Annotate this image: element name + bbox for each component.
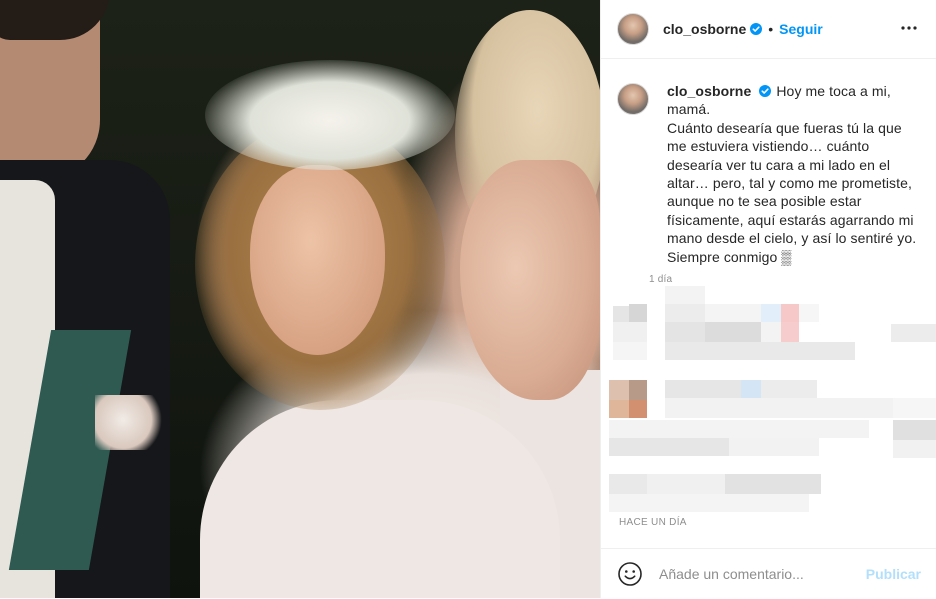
blur-cell bbox=[665, 322, 705, 342]
avatar[interactable] bbox=[617, 13, 649, 45]
caption-text: Hoy me toca a mi, mamá. Cuánto desearía … bbox=[667, 83, 917, 265]
post-header: clo_osborne • Seguir bbox=[601, 0, 936, 59]
comment-bar: Publicar bbox=[601, 548, 936, 599]
blur-cell bbox=[893, 398, 936, 418]
emoji-icon[interactable] bbox=[617, 561, 643, 587]
caption-text-block: clo_osborne Hoy me toca a mi, mamá. Cuánt… bbox=[667, 82, 923, 266]
blur-cell bbox=[609, 420, 869, 438]
blur-cell bbox=[781, 304, 799, 322]
blur-cell bbox=[705, 304, 761, 322]
blur-cell bbox=[609, 494, 809, 512]
blur-cell bbox=[705, 322, 761, 342]
blur-cell bbox=[665, 398, 915, 418]
blur-cell bbox=[613, 322, 647, 342]
blur-cell bbox=[741, 380, 761, 398]
caption-avatar[interactable] bbox=[617, 83, 649, 115]
blur-cell bbox=[893, 420, 936, 440]
separator-dot: • bbox=[768, 21, 774, 37]
publish-button[interactable]: Publicar bbox=[866, 566, 921, 582]
author-username[interactable]: clo_osborne bbox=[663, 21, 746, 37]
blur-cell bbox=[609, 400, 629, 418]
blur-cell bbox=[891, 324, 936, 342]
blur-cell bbox=[761, 322, 781, 342]
blur-cell bbox=[665, 342, 855, 360]
blur-cell bbox=[799, 304, 819, 322]
blur-cell bbox=[781, 322, 799, 342]
blur-cell bbox=[613, 342, 647, 360]
blur-cell bbox=[761, 380, 817, 398]
verified-badge-icon bbox=[759, 85, 772, 97]
blur-cell bbox=[609, 438, 729, 456]
post-side-panel: clo_osborne • Seguir clo_osborne Hoy me t… bbox=[600, 0, 936, 598]
blur-cell bbox=[665, 380, 741, 398]
more-options-icon[interactable] bbox=[899, 18, 919, 38]
post-caption: clo_osborne Hoy me toca a mi, mamá. Cuánt… bbox=[617, 82, 923, 285]
blur-cell bbox=[665, 286, 705, 304]
photo-region bbox=[250, 165, 385, 355]
photo-region bbox=[205, 60, 455, 170]
blur-cell bbox=[609, 474, 647, 494]
blur-cell bbox=[613, 306, 629, 322]
photo-region bbox=[200, 400, 560, 598]
blur-cell bbox=[629, 400, 647, 418]
blur-cell bbox=[629, 380, 647, 400]
blur-cell bbox=[893, 440, 936, 458]
follow-button[interactable]: Seguir bbox=[779, 21, 823, 37]
verified-badge-icon bbox=[750, 23, 763, 35]
blur-cell bbox=[761, 304, 781, 322]
blur-cell bbox=[647, 474, 725, 494]
comment-input[interactable] bbox=[657, 565, 851, 583]
pixelated-comments bbox=[601, 286, 936, 526]
post-timestamp: HACE UN DÍA bbox=[619, 517, 687, 528]
photo-region bbox=[95, 395, 165, 450]
post-photo[interactable] bbox=[0, 0, 600, 598]
caption-timestamp: 1 día bbox=[649, 274, 673, 286]
blur-cell bbox=[609, 380, 629, 400]
blur-cell bbox=[725, 474, 821, 494]
blur-cell bbox=[729, 438, 819, 456]
caption-author[interactable]: clo_osborne bbox=[667, 83, 751, 99]
blur-cell bbox=[665, 304, 705, 322]
photo-region bbox=[460, 160, 600, 400]
